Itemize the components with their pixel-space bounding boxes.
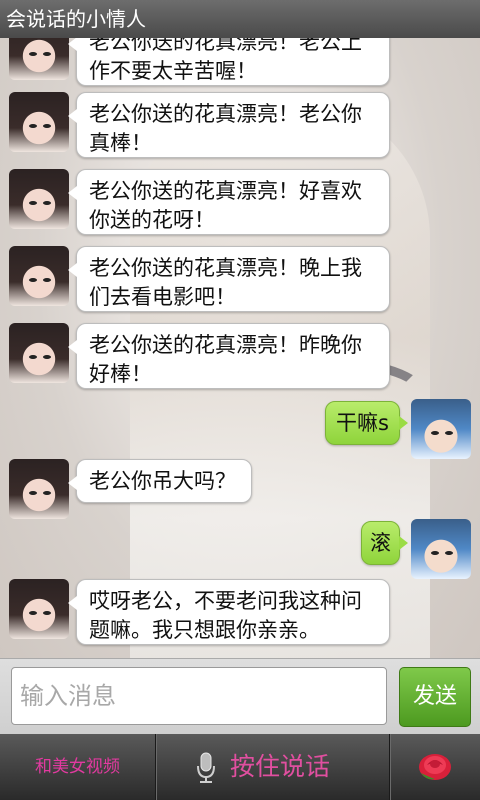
avatar-eye (29, 355, 37, 359)
message-bubble[interactable]: 老公你吊大吗？ (68, 459, 252, 503)
chat-area[interactable]: 老公你送的花真漂亮！老公上作不要太辛苦喔！ 老公你送的花真漂亮！老公你真棒！ 老… (0, 38, 480, 658)
avatar-eye (29, 124, 37, 128)
message-input[interactable] (11, 667, 387, 725)
my-avatar[interactable] (411, 519, 471, 579)
avatar-eye (29, 491, 37, 495)
her-avatar[interactable] (9, 38, 69, 80)
message-bubble[interactable]: 老公你送的花真漂亮！昨晚你好棒！ (68, 323, 390, 389)
avatar-eye (29, 278, 37, 282)
rose-icon (419, 754, 451, 780)
avatar-eye (43, 201, 51, 205)
avatar-eye (43, 611, 51, 615)
bottom-toolbar: 和美女视频 按住说话 (0, 734, 480, 800)
video-chat-button[interactable]: 和美女视频 (0, 734, 155, 800)
message-bubble[interactable]: 滚 (361, 521, 408, 565)
message-bubble[interactable]: 干嘛s (325, 401, 408, 445)
her-avatar[interactable] (9, 92, 69, 152)
avatar-eye (431, 551, 439, 555)
avatar-eye (43, 52, 51, 56)
message-bubble[interactable]: 老公你送的花真漂亮！老公你真棒！ (68, 92, 390, 158)
title-bar: 会说话的小情人 (0, 0, 480, 38)
her-avatar[interactable] (9, 246, 69, 306)
avatar-eye (29, 52, 37, 56)
avatar-eye (29, 611, 37, 615)
avatar-eye (43, 124, 51, 128)
message-bubble[interactable]: 老公你送的花真漂亮！好喜欢你送的花呀！ (68, 169, 390, 235)
send-flower-button[interactable] (390, 734, 480, 800)
message-bubble[interactable]: 老公你送的花真漂亮！老公上作不要太辛苦喔！ (68, 38, 390, 86)
avatar-eye (431, 431, 439, 435)
app-screen: 会说话的小情人 老公你送的花真漂亮！老公上作不要太辛苦喔！ 老公你送的花真漂亮！… (0, 0, 480, 800)
message-bubble[interactable]: 哎呀老公，不要老问我这种问题嘛。我只想跟你亲亲。 (68, 579, 390, 645)
her-avatar[interactable] (9, 169, 69, 229)
my-avatar[interactable] (411, 399, 471, 459)
send-button[interactable]: 发送 (399, 667, 471, 727)
her-avatar[interactable] (9, 579, 69, 639)
avatar-eye (43, 355, 51, 359)
her-avatar[interactable] (9, 323, 69, 383)
avatar-eye (43, 278, 51, 282)
message-bubble[interactable]: 老公你送的花真漂亮！晚上我们去看电影吧！ (68, 246, 390, 312)
avatar-eye (29, 201, 37, 205)
her-avatar[interactable] (9, 459, 69, 519)
avatar-eye (445, 551, 453, 555)
avatar-eye (43, 491, 51, 495)
avatar-eye (445, 431, 453, 435)
microphone-icon (197, 752, 215, 783)
input-bar: 发送 (0, 658, 480, 735)
hold-to-talk-label: 按住说话 (230, 752, 331, 781)
hold-to-talk-button[interactable]: 按住说话 (156, 734, 389, 800)
